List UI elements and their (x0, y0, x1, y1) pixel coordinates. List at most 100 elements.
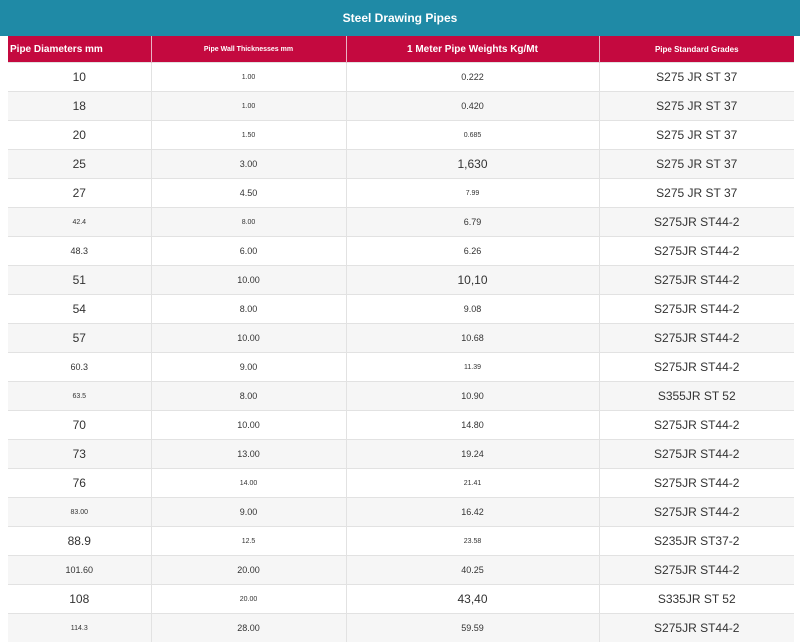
cell-grade: S335JR ST 52 (599, 585, 794, 614)
cell-grade: S275JR ST44-2 (599, 440, 794, 469)
cell-weight: 23.58 (346, 527, 599, 556)
cell-diameter: 114.3 (8, 614, 151, 642)
cell-grade: S275JR ST44-2 (599, 353, 794, 382)
cell-grade: S275JR ST44-2 (599, 208, 794, 237)
cell-diameter: 27 (8, 179, 151, 208)
cell-wall-thickness: 10.00 (151, 266, 346, 295)
cell-grade: S275JR ST44-2 (599, 295, 794, 324)
table-row: 5110.0010,10S275JR ST44-2 (8, 266, 794, 295)
cell-diameter: 20 (8, 121, 151, 150)
cell-weight: 1,630 (346, 150, 599, 179)
cell-weight: 21.41 (346, 469, 599, 498)
page: Steel Drawing Pipes Pipe Diameters mm Pi… (0, 0, 800, 640)
cell-grade: S275 JR ST 37 (599, 179, 794, 208)
table-row: 7313.0019.24S275JR ST44-2 (8, 440, 794, 469)
cell-diameter: 108 (8, 585, 151, 614)
table-row: 10820.0043,40S335JR ST 52 (8, 585, 794, 614)
cell-weight: 40.25 (346, 556, 599, 585)
cell-diameter: 88.9 (8, 527, 151, 556)
cell-weight: 0.420 (346, 92, 599, 121)
table-row: 548.009.08S275JR ST44-2 (8, 295, 794, 324)
cell-diameter: 10 (8, 63, 151, 92)
cell-grade: S275JR ST44-2 (599, 411, 794, 440)
cell-grade: S355JR ST 52 (599, 382, 794, 411)
cell-diameter: 83.00 (8, 498, 151, 527)
cell-weight: 19.24 (346, 440, 599, 469)
header-wall-thickness: Pipe Wall Thicknesses mm (151, 36, 346, 63)
header-weight: 1 Meter Pipe Weights Kg/Mt (346, 36, 599, 63)
table-row: 48.36.006.26S275JR ST44-2 (8, 237, 794, 266)
cell-grade: S275 JR ST 37 (599, 150, 794, 179)
cell-grade: S275 JR ST 37 (599, 63, 794, 92)
cell-wall-thickness: 6.00 (151, 237, 346, 266)
cell-weight: 6.79 (346, 208, 599, 237)
cell-diameter: 101.60 (8, 556, 151, 585)
cell-wall-thickness: 9.00 (151, 353, 346, 382)
cell-wall-thickness: 3.00 (151, 150, 346, 179)
table-row: 253.001,630S275 JR ST 37 (8, 150, 794, 179)
cell-wall-thickness: 8.00 (151, 382, 346, 411)
cell-weight: 9.08 (346, 295, 599, 324)
header-row: Pipe Diameters mm Pipe Wall Thicknesses … (8, 36, 794, 63)
cell-wall-thickness: 9.00 (151, 498, 346, 527)
cell-wall-thickness: 4.50 (151, 179, 346, 208)
cell-diameter: 51 (8, 266, 151, 295)
table-row: 63.58.0010.90S355JR ST 52 (8, 382, 794, 411)
cell-wall-thickness: 14.00 (151, 469, 346, 498)
table-row: 101.000.222S275 JR ST 37 (8, 63, 794, 92)
cell-diameter: 48.3 (8, 237, 151, 266)
table-row: 7010.0014.80S275JR ST44-2 (8, 411, 794, 440)
table-row: 5710.0010.68S275JR ST44-2 (8, 324, 794, 353)
cell-wall-thickness: 1.50 (151, 121, 346, 150)
table-row: 114.328.0059.59S275JR ST44-2 (8, 614, 794, 642)
cell-weight: 59.59 (346, 614, 599, 642)
table-title: Steel Drawing Pipes (0, 0, 800, 36)
cell-grade: S275JR ST44-2 (599, 498, 794, 527)
cell-grade: S275JR ST44-2 (599, 469, 794, 498)
cell-wall-thickness: 12.5 (151, 527, 346, 556)
cell-grade: S275 JR ST 37 (599, 92, 794, 121)
cell-weight: 10.90 (346, 382, 599, 411)
table-row: 274.507.99S275 JR ST 37 (8, 179, 794, 208)
cell-weight: 6.26 (346, 237, 599, 266)
table-row: 7614.0021.41S275JR ST44-2 (8, 469, 794, 498)
cell-weight: 43,40 (346, 585, 599, 614)
header-grade: Pipe Standard Grades (599, 36, 794, 63)
cell-weight: 0.685 (346, 121, 599, 150)
cell-diameter: 54 (8, 295, 151, 324)
cell-diameter: 63.5 (8, 382, 151, 411)
cell-weight: 10.68 (346, 324, 599, 353)
pipes-table: Pipe Diameters mm Pipe Wall Thicknesses … (8, 36, 794, 642)
cell-weight: 16.42 (346, 498, 599, 527)
cell-diameter: 18 (8, 92, 151, 121)
table-header: Pipe Diameters mm Pipe Wall Thicknesses … (8, 36, 794, 63)
table-body: 101.000.222S275 JR ST 37181.000.420S275 … (8, 63, 794, 642)
cell-wall-thickness: 8.00 (151, 295, 346, 324)
cell-wall-thickness: 20.00 (151, 585, 346, 614)
cell-weight: 0.222 (346, 63, 599, 92)
cell-diameter: 25 (8, 150, 151, 179)
cell-wall-thickness: 8.00 (151, 208, 346, 237)
cell-grade: S275 JR ST 37 (599, 121, 794, 150)
cell-grade: S275JR ST44-2 (599, 324, 794, 353)
cell-grade: S275JR ST44-2 (599, 614, 794, 642)
table-row: 181.000.420S275 JR ST 37 (8, 92, 794, 121)
cell-weight: 11.39 (346, 353, 599, 382)
cell-weight: 7.99 (346, 179, 599, 208)
table-row: 42.48.006.79S275JR ST44-2 (8, 208, 794, 237)
cell-wall-thickness: 20.00 (151, 556, 346, 585)
cell-wall-thickness: 1.00 (151, 92, 346, 121)
cell-wall-thickness: 13.00 (151, 440, 346, 469)
cell-diameter: 57 (8, 324, 151, 353)
cell-grade: S275JR ST44-2 (599, 266, 794, 295)
cell-wall-thickness: 1.00 (151, 63, 346, 92)
table-row: 88.912.523.58S235JR ST37-2 (8, 527, 794, 556)
cell-grade: S275JR ST44-2 (599, 556, 794, 585)
cell-diameter: 70 (8, 411, 151, 440)
cell-diameter: 73 (8, 440, 151, 469)
cell-wall-thickness: 10.00 (151, 324, 346, 353)
table-row: 60.39.0011.39S275JR ST44-2 (8, 353, 794, 382)
cell-wall-thickness: 10.00 (151, 411, 346, 440)
cell-diameter: 42.4 (8, 208, 151, 237)
table-row: 101.6020.0040.25S275JR ST44-2 (8, 556, 794, 585)
